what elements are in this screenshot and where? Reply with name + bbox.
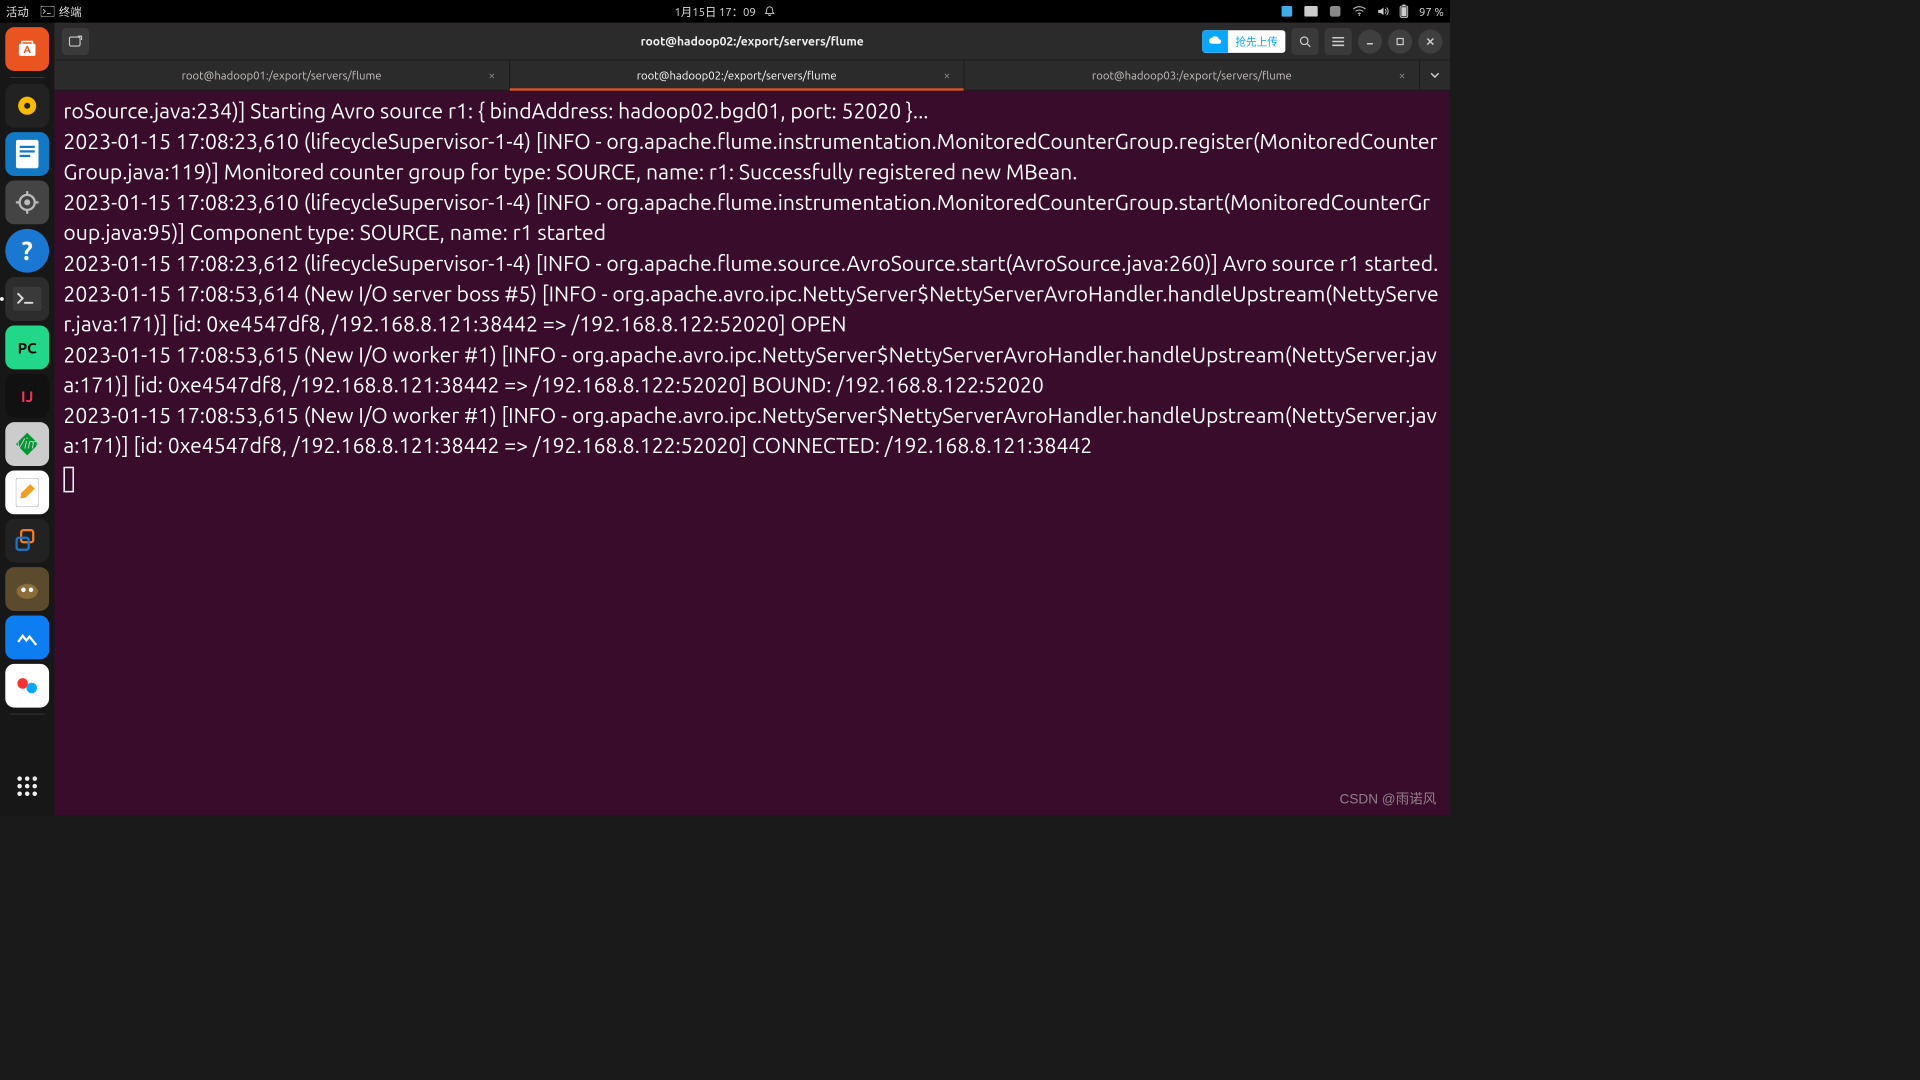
terminal-tab-hadoop01[interactable]: root@hadoop01:/export/servers/flume ×	[54, 60, 509, 89]
dock-rhythmbox[interactable]	[5, 84, 49, 128]
search-button[interactable]	[1291, 28, 1318, 55]
tab-label: root@hadoop02:/export/servers/flume	[637, 69, 837, 82]
dock-help[interactable]: ?	[5, 229, 49, 273]
upload-label: 抢先上传	[1228, 34, 1285, 49]
dock-gimp[interactable]	[5, 567, 49, 611]
active-app-name: 终端	[59, 3, 82, 19]
tab-label: root@hadoop03:/export/servers/flume	[1092, 69, 1292, 82]
terminal-window: root@hadoop02:/export/servers/flume 抢先上传…	[54, 23, 1450, 816]
active-app-indicator[interactable]: 终端	[41, 3, 82, 19]
activities-button[interactable]: 活动	[6, 3, 29, 19]
tray-screenshot-icon[interactable]	[1304, 6, 1318, 17]
volume-icon[interactable]	[1377, 6, 1389, 17]
dock-terminal[interactable]	[5, 277, 49, 321]
dock-pycharm[interactable]: PC	[5, 325, 49, 369]
svg-text:Vim: Vim	[16, 436, 39, 452]
tab-close-icon[interactable]: ×	[1399, 68, 1406, 82]
watermark: CSDN @雨诺风	[1340, 788, 1437, 808]
dock-vim[interactable]: Vim	[5, 422, 49, 466]
dock-text-editor[interactable]	[5, 470, 49, 514]
dock-meeting[interactable]	[5, 615, 49, 659]
dock-show-apps[interactable]	[5, 764, 49, 808]
upload-badge[interactable]: 抢先上传	[1202, 30, 1285, 53]
dock-libreoffice-writer[interactable]	[5, 132, 49, 176]
dock-virtualbox[interactable]	[5, 519, 49, 563]
terminal-tab-hadoop03[interactable]: root@hadoop03:/export/servers/flume ×	[965, 60, 1420, 89]
tray-vm-icon[interactable]	[1328, 5, 1342, 19]
window-title: root@hadoop02:/export/servers/flume	[641, 34, 864, 48]
terminal-cursor	[63, 467, 74, 493]
terminal-viewport[interactable]: roSource.java:234)] Starting Avro source…	[54, 91, 1450, 816]
top-panel: 活动 终端 1月15日 17：09 97 %	[0, 0, 1450, 23]
window-minimize-button[interactable]	[1358, 29, 1382, 53]
terminal-tabs: root@hadoop01:/export/servers/flume × ro…	[54, 60, 1450, 90]
dock-settings[interactable]	[5, 180, 49, 224]
new-tab-button[interactable]	[62, 28, 89, 55]
terminal-output: roSource.java:234)] Starting Avro source…	[63, 97, 1440, 497]
battery-icon[interactable]	[1399, 5, 1408, 19]
window-titlebar: root@hadoop02:/export/servers/flume 抢先上传	[54, 23, 1450, 61]
terminal-tab-hadoop02[interactable]: root@hadoop02:/export/servers/flume ×	[510, 60, 965, 89]
dock-intellij[interactable]: IJ	[5, 374, 49, 418]
dock-separator	[10, 77, 45, 78]
notification-bell-icon[interactable]	[763, 5, 775, 17]
window-maximize-button[interactable]	[1388, 29, 1412, 53]
battery-percent: 97 %	[1419, 5, 1444, 18]
window-close-button[interactable]	[1418, 29, 1442, 53]
tab-close-icon[interactable]: ×	[488, 68, 495, 82]
tab-list-dropdown[interactable]	[1420, 60, 1450, 89]
tray-app-icon[interactable]	[1280, 5, 1294, 19]
tab-label: root@hadoop01:/export/servers/flume	[182, 69, 382, 82]
clock[interactable]: 1月15日 17：09	[675, 3, 756, 19]
dock-ubuntu-software[interactable]: A	[5, 27, 49, 71]
hamburger-menu-button[interactable]	[1325, 28, 1352, 55]
wifi-icon[interactable]	[1353, 6, 1367, 17]
tab-close-icon[interactable]: ×	[943, 68, 950, 82]
cloud-upload-icon	[1202, 30, 1228, 53]
dock-separator	[10, 714, 45, 715]
dock: A ? PC IJ Vim	[0, 23, 54, 816]
svg-text:A: A	[23, 43, 31, 55]
terminal-mini-icon	[41, 6, 55, 17]
dock-baidu-netdisk[interactable]	[5, 664, 49, 708]
